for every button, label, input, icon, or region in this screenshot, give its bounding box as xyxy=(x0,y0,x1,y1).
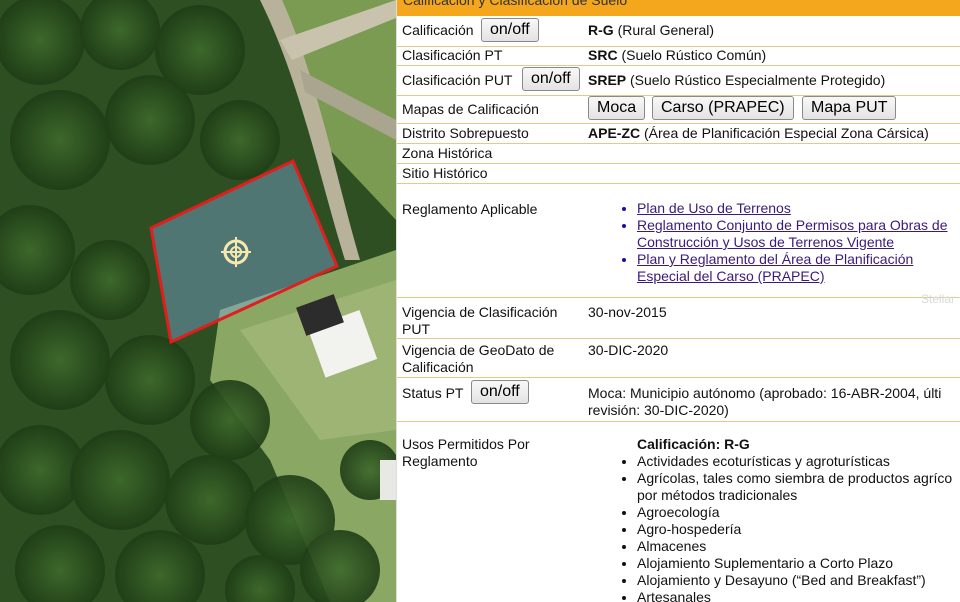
distrito-code: APE-ZC xyxy=(588,125,641,141)
link-plan-uso-terrenos: Plan de Uso de Terrenos xyxy=(637,200,959,217)
uso-item: Agrícolas, tales como siembra de product… xyxy=(637,470,960,487)
uso-item-continuation: por métodos tradicionales xyxy=(637,487,798,503)
uso-item: Agroecología xyxy=(637,504,960,521)
row-vigencia-geodato: Vigencia de GeoDato de Calificación 30-D… xyxy=(397,339,960,378)
calificacion-toggle-button[interactable]: on/off xyxy=(481,18,539,42)
usos-heading: Calificación: R-G xyxy=(637,436,750,452)
calificacion-code: R-G xyxy=(588,22,614,38)
clasificacion-pt-desc: (Suelo Rústico Común) xyxy=(621,47,767,63)
row-sitio-historico: Sitio Histórico xyxy=(397,164,960,184)
status-pt-toggle-button[interactable]: on/off xyxy=(471,380,529,404)
satellite-map[interactable] xyxy=(0,0,396,602)
clasificacion-pt-value: SRC (Suelo Rústico Común) xyxy=(588,47,766,64)
status-pt-value-line1: Moca: Municipio autónomo (aprobado: 16-A… xyxy=(588,385,942,401)
link-prapec-anchor[interactable]: Plan y Reglamento del Área de Planificac… xyxy=(637,251,913,284)
uso-item: Agro-hospedería xyxy=(637,521,960,538)
calificacion-value: R-G (Rural General) xyxy=(588,22,714,39)
link-reglamento-conjunto-anchor[interactable]: Reglamento Conjunto de Permisos para Obr… xyxy=(637,217,948,250)
row-clasificacion-pt: Clasificación PT SRC (Suelo Rústico Comú… xyxy=(397,47,960,66)
uso-item: Almacenes xyxy=(637,538,960,555)
distrito-label: Distrito Sobrepuesto xyxy=(402,125,529,141)
clasificacion-put-desc: (Suelo Rústico Especialmente Protegido) xyxy=(630,72,886,88)
clasificacion-pt-code: SRC xyxy=(588,47,618,63)
reglamento-label: Reglamento Aplicable xyxy=(402,201,538,217)
uso-item: Alojamiento y Desayuno (“Bed and Breakfa… xyxy=(637,572,960,589)
usos-label: Usos Permitidos Por Reglamento xyxy=(402,436,530,469)
clasificacion-put-value: SREP (Suelo Rústico Especialmente Proteg… xyxy=(588,72,885,89)
section-title: Calificación y Clasificación de Suelo xyxy=(403,0,628,8)
row-zona-historica: Zona Histórica xyxy=(397,144,960,164)
link-plan-uso-terrenos-anchor[interactable]: Plan de Uso de Terrenos xyxy=(637,200,791,216)
clasificacion-put-code: SREP xyxy=(588,72,627,88)
vigencia-geodato-value: 30-DIC-2020 xyxy=(588,342,669,358)
uso-item: Actividades ecoturísticas y agroturístic… xyxy=(637,453,960,470)
uso-item: Artesanales xyxy=(637,589,960,602)
satellite-imagery xyxy=(0,0,396,602)
distrito-value: APE-ZC (Área de Planificación Especial Z… xyxy=(588,125,929,142)
clasificacion-pt-label: Clasificación PT xyxy=(402,47,503,63)
row-distrito: Distrito Sobrepuesto APE-ZC (Área de Pla… xyxy=(397,124,960,144)
row-mapas: Mapas de Calificación Moca Carso (PRAPEC… xyxy=(397,96,960,124)
row-clasificacion-put: Clasificación PUT on/off SREP (Suelo Rús… xyxy=(397,66,960,96)
link-reglamento-conjunto: Reglamento Conjunto de Permisos para Obr… xyxy=(637,217,959,251)
uso-item: Alojamiento Suplementario a Corto Plazo xyxy=(637,555,960,572)
status-pt-value-line2: revisión: 30-DIC-2020) xyxy=(588,402,729,418)
vigencia-geodato-label: Vigencia de GeoDato de Calificación xyxy=(402,342,555,375)
calificacion-desc: (Rural General) xyxy=(617,22,715,38)
reglamento-links: Plan de Uso de Terrenos Reglamento Conju… xyxy=(619,200,959,285)
clasificacion-put-toggle-button[interactable]: on/off xyxy=(522,67,580,91)
parcel-info-panel: Calificación y Clasificación de Suelo Ca… xyxy=(396,0,960,602)
link-prapec: Plan y Reglamento del Área de Planificac… xyxy=(637,251,959,285)
vigencia-put-label: Vigencia de Clasificación PUT xyxy=(402,304,558,337)
zona-historica-label: Zona Histórica xyxy=(402,145,493,161)
row-calificacion: Calificación on/off R-G (Rural General) xyxy=(397,16,960,47)
usos-list: Calificación: R-G Actividades ecoturísti… xyxy=(619,436,960,602)
row-vigencia-put: Vigencia de Clasificación PUT 30-nov-201… xyxy=(397,298,960,339)
map-put-button[interactable]: Mapa PUT xyxy=(802,96,897,120)
vigencia-put-value: 30-nov-2015 xyxy=(588,304,667,320)
row-status-pt: Status PT on/off Moca: Municipio autónom… xyxy=(397,378,960,422)
map-moca-button[interactable]: Moca xyxy=(588,96,646,120)
map-carso-button[interactable]: Carso (PRAPEC) xyxy=(652,96,794,120)
mapas-label: Mapas de Calificación xyxy=(402,101,539,117)
sitio-historico-label: Sitio Histórico xyxy=(402,165,488,181)
section-header: Calificación y Clasificación de Suelo xyxy=(397,0,960,16)
distrito-desc: (Área de Planificación Especial Zona Cár… xyxy=(644,125,929,141)
